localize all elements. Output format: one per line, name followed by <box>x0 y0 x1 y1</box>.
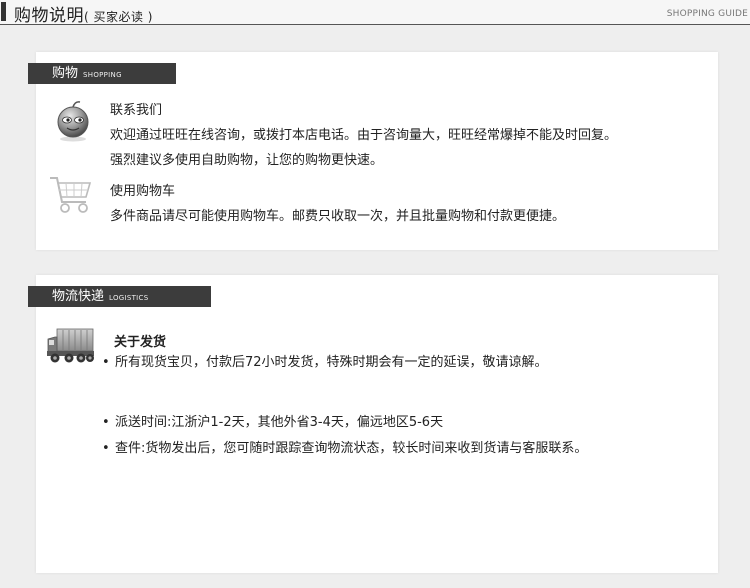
shipping-item-3-text: 查件:货物发出后，您可随时跟踪查询物流状态，较长时间来收到货请与客服联系。 <box>115 441 588 456</box>
shipping-title: 关于发货 <box>114 335 167 350</box>
contact-title: 联系我们 <box>110 103 163 118</box>
wangwang-icon <box>53 100 93 146</box>
shopping-tab-english: SHOPPING <box>83 71 122 79</box>
shipping-item-1: • 所有现货宝贝，付款后72小时发货，特殊时期会有一定的延误，敬请谅解。 <box>102 351 548 370</box>
page-title-english: SHOPPING GUIDE <box>666 9 748 19</box>
header-accent-bar <box>1 2 6 21</box>
shopping-tab-label: 购物 <box>52 66 79 81</box>
shopping-cart-icon <box>48 174 94 220</box>
bullet-dot: • <box>102 415 110 430</box>
bullet-dot: • <box>102 441 110 456</box>
cart-title: 使用购物车 <box>110 184 176 199</box>
bullet-dot: • <box>102 355 110 370</box>
page-subtitle: ( 买家必读 ) <box>84 10 153 24</box>
shopping-section-tab: 购物 SHOPPING <box>28 63 176 84</box>
logistics-tab-english: LOGISTICS <box>109 294 149 302</box>
logistics-section-tab: 物流快递 LOGISTICS <box>28 286 211 307</box>
logistics-tab-label: 物流快递 <box>52 289 105 304</box>
shopping-section: 购物 SHOPPING 联系我们 欢迎通过旺旺在线咨询，或拨打本店电话。由于咨询量… <box>28 52 718 250</box>
contact-line-1: 欢迎通过旺旺在线咨询，或拨打本店电话。由于咨询量大，旺旺经常爆掉不能及时回复。 <box>110 128 618 143</box>
shipping-item-1-text: 所有现货宝贝，付款后72小时发货，特殊时期会有一定的延误，敬请谅解。 <box>115 355 548 370</box>
page-header: 购物说明( 买家必读 ) SHOPPING GUIDE <box>0 0 750 26</box>
shipping-item-3: • 查件:货物发出后，您可随时跟踪查询物流状态，较长时间来收到货请与客服联系。 <box>102 437 587 456</box>
page-title: 购物说明( 买家必读 ) <box>14 1 153 26</box>
cart-line-1: 多件商品请尽可能使用购物车。邮费只收取一次，并且批量购物和付款更便捷。 <box>110 209 566 224</box>
logistics-section: 物流快递 LOGISTICS 关于发货 • 所有现货宝贝，付款后72小时发货，特… <box>28 275 718 573</box>
page-title-text: 购物说明 <box>14 6 84 26</box>
shipping-item-2: • 派送时间:江浙沪1-2天，其他外省3-4天，偏远地区5-6天 <box>102 411 443 430</box>
truck-icon <box>47 327 95 369</box>
shipping-item-2-text: 派送时间:江浙沪1-2天，其他外省3-4天，偏远地区5-6天 <box>115 415 444 430</box>
contact-line-2: 强烈建议多使用自助购物，让您的购物更快速。 <box>110 153 384 168</box>
